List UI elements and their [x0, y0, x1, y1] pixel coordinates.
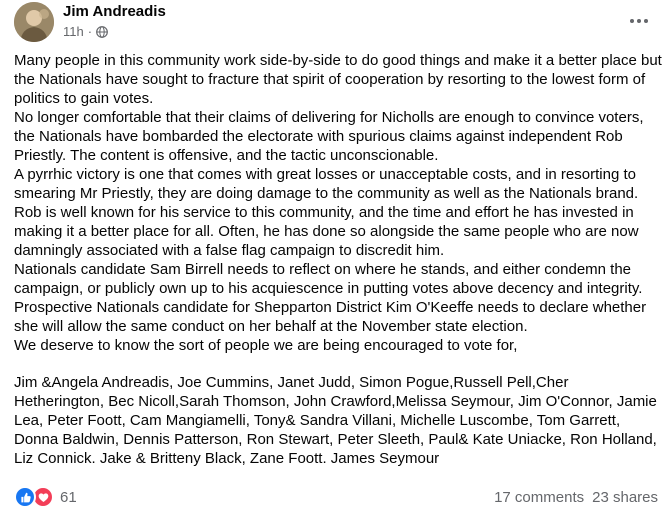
post-body: Many people in this community work side-…: [14, 51, 662, 468]
post-meta: 11h ·: [63, 24, 108, 39]
facebook-post: Jim Andreadis 11h · Many people in this …: [0, 0, 668, 515]
avatar-image: [14, 2, 54, 42]
post-paragraph: No longer comfortable that their claims …: [14, 109, 648, 164]
post-paragraph: Nationals candidate Sam Birrell needs to…: [14, 261, 643, 297]
post-stats: 17 comments 23 shares: [494, 489, 658, 506]
reactions-summary[interactable]: 61: [14, 486, 77, 508]
globe-icon: [96, 25, 108, 38]
signatories: Jim &Angela Andreadis, Joe Cummins, Jane…: [14, 374, 662, 467]
post-paragraph: Prospective Nationals candidate for Shep…: [14, 299, 651, 335]
post-paragraph: Many people in this community work side-…: [14, 52, 667, 107]
avatar[interactable]: [14, 2, 54, 42]
author-name[interactable]: Jim Andreadis: [63, 3, 166, 20]
reaction-count: 61: [60, 488, 77, 506]
post-paragraph: Rob is well known for his service to thi…: [14, 204, 643, 259]
post-time[interactable]: 11h: [63, 24, 84, 39]
post-footer: 61 17 comments 23 shares: [14, 486, 658, 508]
like-icon: [14, 486, 36, 508]
meta-separator: ·: [87, 24, 93, 39]
post-paragraph: A pyrrhic victory is one that comes with…: [14, 166, 641, 202]
comments-count[interactable]: 17 comments: [494, 489, 584, 506]
shares-count[interactable]: 23 shares: [592, 489, 658, 506]
post-paragraph: We deserve to know the sort of people we…: [14, 337, 518, 354]
more-options-icon[interactable]: [624, 10, 654, 32]
